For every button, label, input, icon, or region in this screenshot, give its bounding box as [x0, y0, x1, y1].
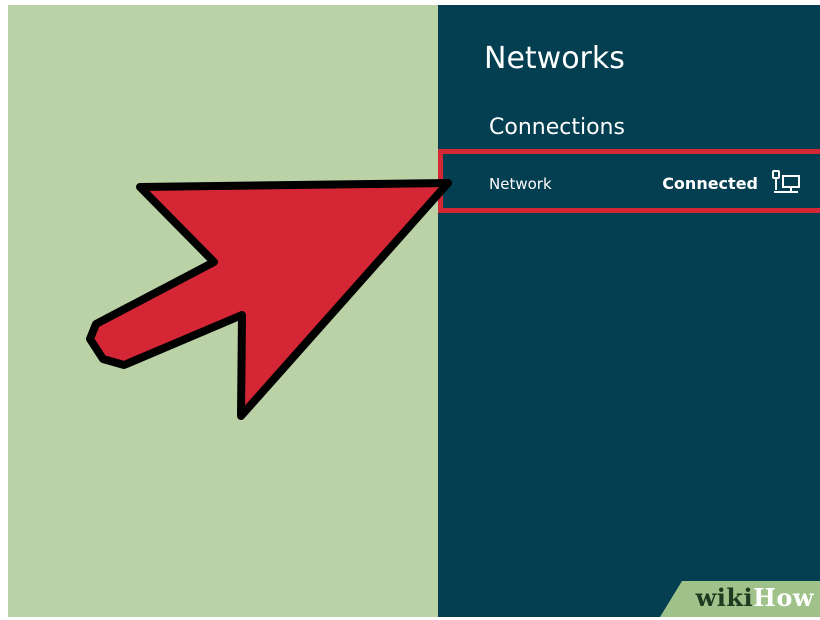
red-arrow-pointer: [86, 179, 452, 420]
wikihow-watermark: wikiHow: [660, 581, 820, 617]
